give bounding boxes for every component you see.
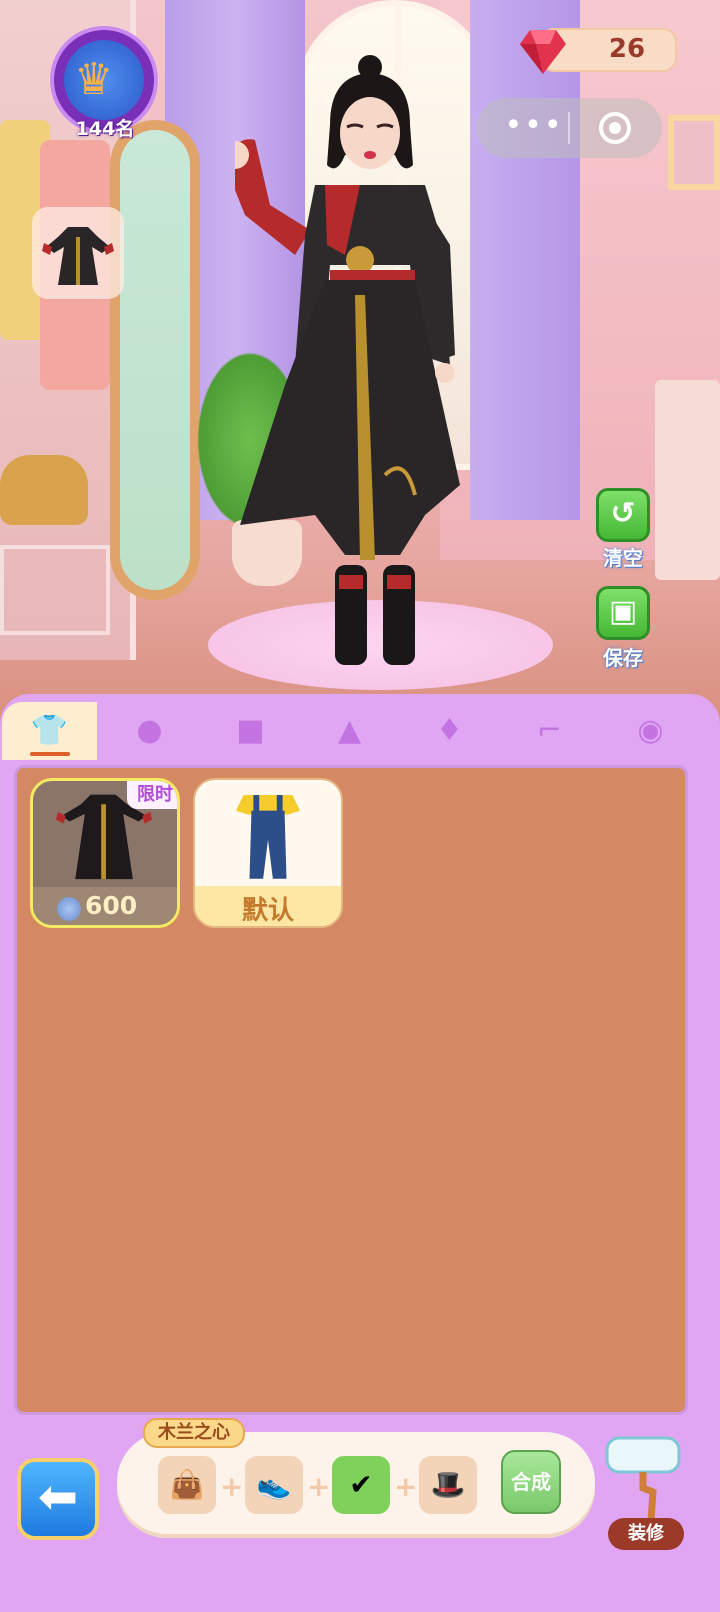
- clothing-coin-icon: [57, 897, 81, 921]
- save-label: 保存: [603, 646, 643, 670]
- limited-time-badge: 限时: [127, 781, 177, 809]
- checkmark-icon: ✔: [349, 1468, 373, 1501]
- clear-button[interactable]: ↺: [596, 488, 650, 542]
- combo-slot-gift-box[interactable]: ✔: [332, 1456, 390, 1514]
- crown-icon: ♛: [74, 54, 114, 105]
- dress-icon: ♦: [436, 713, 463, 748]
- drawer: [0, 545, 110, 635]
- category-tabs: 👕 ● ■ ▲ ♦ ⌐ ◉: [0, 702, 720, 762]
- wall-frame: [668, 115, 720, 190]
- item-card-mulan-robe[interactable]: 限时 600: [30, 778, 180, 928]
- overalls-item-icon: [235, 795, 301, 879]
- default-label: 默认: [241, 896, 294, 926]
- tab-skirt[interactable]: ▲: [302, 702, 397, 760]
- plus-icon: +: [307, 1470, 331, 1503]
- shoes-icon: 👟: [256, 1468, 292, 1501]
- save-button[interactable]: ▣: [596, 586, 650, 640]
- tab-accessory[interactable]: ◉: [603, 702, 698, 760]
- handbag-icon: 👜: [169, 1468, 205, 1501]
- tab-dress[interactable]: ♦: [402, 702, 497, 760]
- rank-label: 144名: [75, 118, 135, 140]
- avatar-illustration: [221, 55, 460, 665]
- tab-top[interactable]: ■: [203, 702, 298, 760]
- plus-icon: +: [220, 1470, 244, 1503]
- miniprogram-capsule: •••: [477, 98, 662, 158]
- tab-hair[interactable]: ●: [102, 702, 197, 760]
- synthesize-button[interactable]: 合成: [501, 1450, 561, 1514]
- combo-slot-shoes[interactable]: 👟: [245, 1456, 303, 1514]
- save-disk-icon: ▣: [608, 594, 638, 629]
- hair-icon: ●: [136, 713, 163, 748]
- plus-icon: +: [394, 1470, 418, 1503]
- handbag-decor: [0, 455, 88, 525]
- hat-icon: 🎩: [430, 1468, 466, 1501]
- skirt-icon: ▲: [337, 713, 362, 748]
- default-bar: 默认: [195, 886, 341, 926]
- clear-label: 清空: [603, 546, 643, 570]
- decorate-label: 装修: [608, 1518, 684, 1550]
- current-outfit-thumbnail[interactable]: [32, 207, 124, 299]
- ruby-gem-icon: [520, 30, 566, 74]
- decorate-button[interactable]: [603, 1428, 687, 1521]
- set-title: 木兰之心: [143, 1418, 245, 1448]
- rank-badge[interactable]: ♛ 144名: [50, 26, 160, 140]
- accessory-icon: ◉: [637, 713, 664, 748]
- paint-roller-icon: [605, 1436, 681, 1521]
- combo-slot-handbag[interactable]: 👜: [158, 1456, 216, 1514]
- outfit-set-icon: 👕: [30, 713, 69, 748]
- back-button[interactable]: ⬅: [17, 1458, 99, 1540]
- undo-arrow-icon: ↺: [610, 496, 636, 531]
- top-icon: ■: [236, 713, 265, 748]
- price-bar: 600: [33, 887, 177, 925]
- robe-icon: [42, 227, 114, 285]
- active-tab-underline: [30, 752, 70, 756]
- close-miniprogram-icon[interactable]: [599, 112, 631, 144]
- high-heel-icon: ⌐: [536, 713, 563, 748]
- avatar-character[interactable]: [221, 55, 505, 675]
- tab-outfit-set[interactable]: 👕: [2, 702, 97, 760]
- item-price: 600: [85, 891, 138, 920]
- back-arrow-icon: ⬅: [37, 1469, 79, 1525]
- standing-mirror: [110, 120, 200, 600]
- side-table: [655, 380, 720, 580]
- more-options-icon[interactable]: •••: [499, 108, 569, 148]
- gem-counter[interactable]: 26: [520, 28, 677, 74]
- tab-shoes[interactable]: ⌐: [502, 702, 597, 760]
- combo-slot-hat[interactable]: 🎩: [419, 1456, 477, 1514]
- capsule-divider: [568, 112, 570, 144]
- gem-count: 26: [608, 34, 646, 64]
- item-card-default-outfit[interactable]: 默认: [193, 778, 343, 928]
